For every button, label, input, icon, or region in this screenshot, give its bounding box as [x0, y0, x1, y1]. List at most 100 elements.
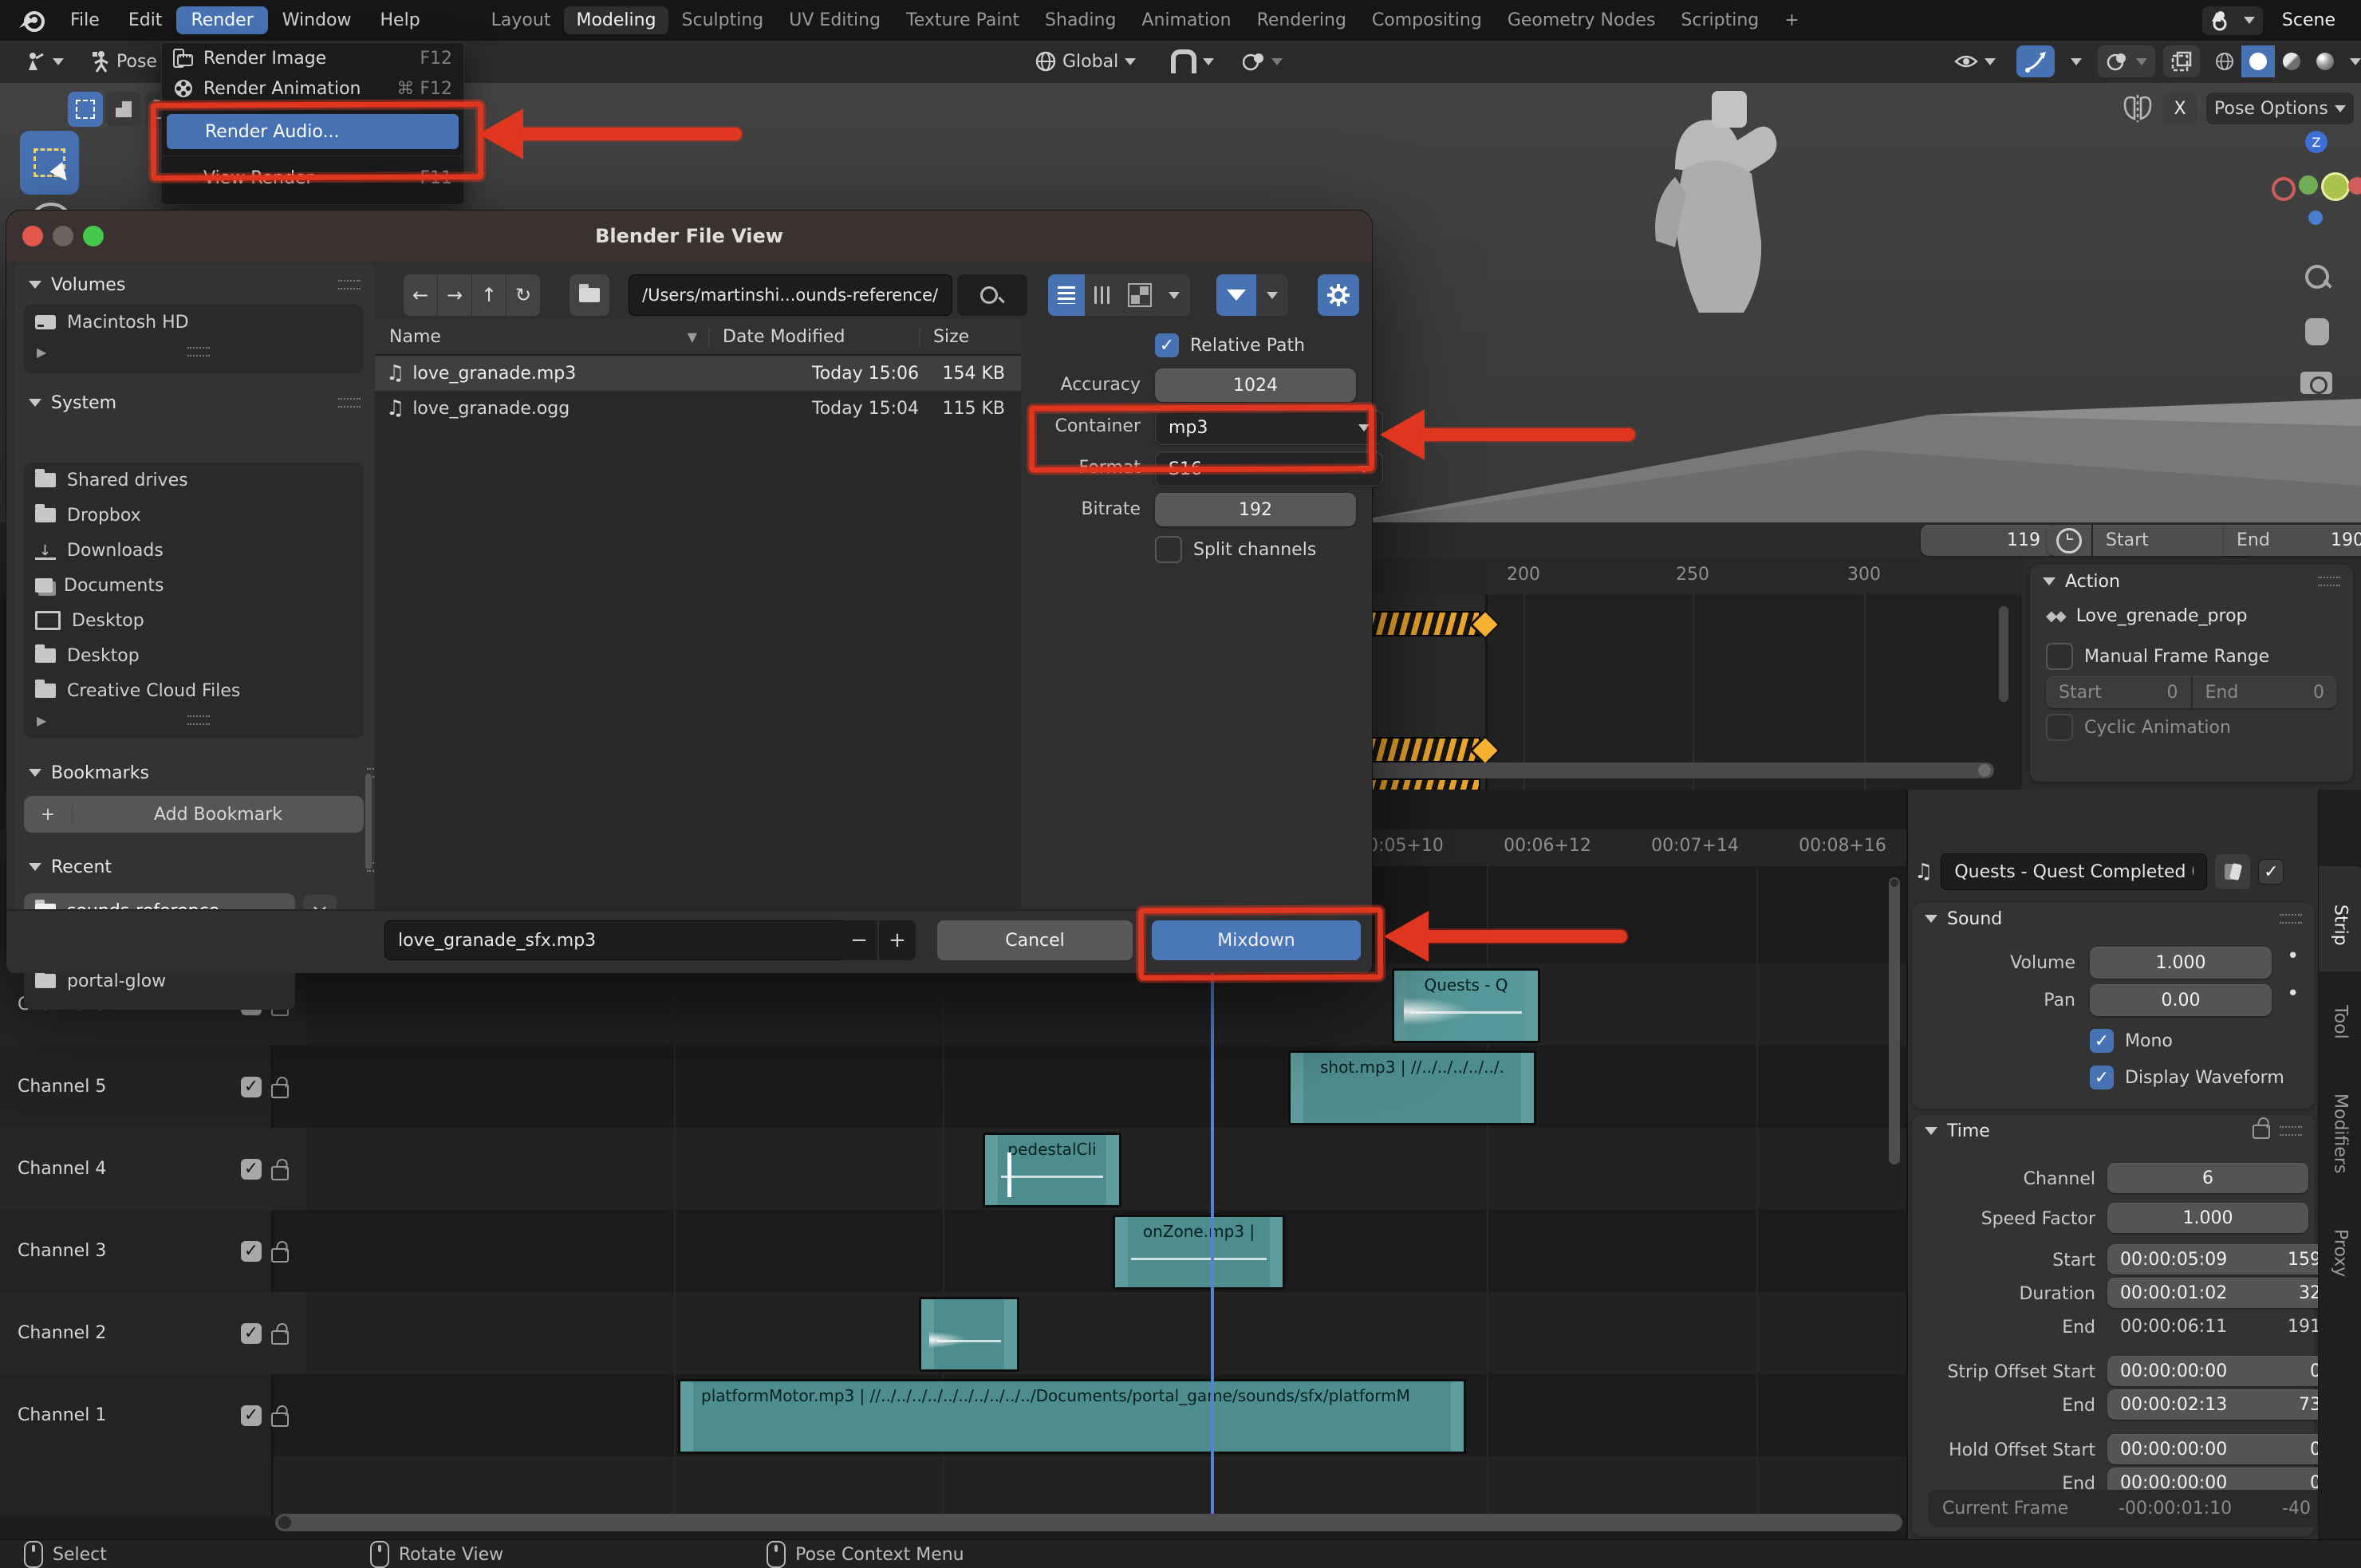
animate-dot-icon[interactable]: •	[2287, 952, 2299, 960]
active-tool-select-box[interactable]	[20, 131, 79, 195]
workspace-tab-rendering[interactable]: Rendering	[1245, 6, 1358, 34]
strip-enable-checkbox[interactable]: ✓	[2258, 859, 2284, 884]
strip-quests[interactable]: Quests - Q	[1392, 968, 1540, 1043]
dope-sheet-hscrollbar[interactable]	[1348, 762, 1994, 778]
sidebar-item-creative-cloud[interactable]: Creative Cloud Files	[24, 673, 364, 708]
channel-field[interactable]: 6	[2107, 1163, 2308, 1193]
overlays-toggle[interactable]	[2098, 45, 2155, 77]
expand-icon[interactable]: ▶	[37, 345, 46, 360]
gizmo-z-axis[interactable]: Z	[2305, 131, 2327, 153]
action-start-field[interactable]: Start 0	[2046, 676, 2191, 708]
snap-toggle[interactable]	[1163, 45, 1222, 77]
channel-mute-checkbox[interactable]: ✓	[241, 1405, 262, 1426]
channel-mute-checkbox[interactable]: ✓	[241, 1159, 262, 1180]
expand-icon[interactable]: ▶	[37, 713, 46, 728]
column-date-modified[interactable]: Date Modified	[708, 327, 919, 347]
add-workspace-button[interactable]: +	[1772, 6, 1811, 34]
close-window-button[interactable]	[22, 226, 43, 246]
menu-help[interactable]: Help	[366, 6, 435, 34]
sort-desc-icon[interactable]: ▼	[688, 329, 697, 345]
channel-row[interactable]: Channel 1 ✓	[0, 1374, 306, 1456]
sound-panel-header[interactable]: Sound	[1912, 903, 2315, 935]
tab-strip[interactable]: Strip	[2319, 866, 2361, 984]
filter-button[interactable]	[1216, 274, 1256, 316]
cyclic-animation-checkbox[interactable]	[2046, 714, 2073, 741]
action-panel-header[interactable]: Action	[2030, 565, 2353, 598]
animate-dot-icon[interactable]: •	[2287, 990, 2299, 998]
start-field[interactable]: 00:00:05:09 159	[2107, 1244, 2334, 1274]
decrement-button[interactable]: −	[841, 920, 877, 960]
strip-shot[interactable]: shot.mp3 | //../../../../../.	[1288, 1050, 1536, 1125]
bitrate-field[interactable]: 192	[1155, 493, 1356, 526]
navigation-gizmo[interactable]: Z	[2257, 131, 2361, 234]
unlock-icon[interactable]	[2253, 1125, 2270, 1139]
thumbnail-view-button[interactable]	[1121, 274, 1158, 316]
split-channels-checkbox[interactable]	[1155, 536, 1182, 563]
mirror-x-toggle[interactable]: X	[2163, 93, 2197, 124]
use-preview-range-button[interactable]	[2047, 525, 2091, 556]
strip-platform-motor[interactable]: platformMotor.mp3 | //../../../../../../…	[678, 1379, 1466, 1454]
channel-row[interactable]: Channel 3 ✓	[0, 1210, 306, 1292]
pan-field[interactable]: 0.00	[2090, 984, 2272, 1016]
gizmo-x-neg[interactable]	[2272, 177, 2296, 201]
display-waveform-row[interactable]: ✓ Display Waveform	[2090, 1066, 2284, 1089]
sidebar-item-documents[interactable]: Documents	[24, 568, 364, 603]
proportional-editing-toggle[interactable]	[1235, 45, 1291, 77]
tracks-vscrollbar[interactable]	[1889, 877, 1900, 1164]
settings-button[interactable]	[1318, 274, 1359, 316]
filter-dropdown[interactable]	[1256, 274, 1288, 316]
scrollbar-knob[interactable]	[1978, 764, 1991, 777]
path-field[interactable]	[629, 274, 952, 316]
strip-offset-end-field[interactable]: 00:00:02:13 73	[2107, 1389, 2334, 1420]
workspace-tab-modeling[interactable]: Modeling	[564, 6, 668, 34]
mono-row[interactable]: ✓ Mono	[2090, 1029, 2173, 1053]
forward-button[interactable]: →	[438, 274, 471, 316]
mono-checkbox[interactable]: ✓	[2090, 1029, 2114, 1053]
column-size[interactable]: Size	[919, 327, 1021, 347]
manual-frame-range-checkbox[interactable]	[2046, 643, 2073, 670]
channel-lock-icon[interactable]	[271, 1084, 289, 1098]
menu-item-render-image[interactable]: Render Image F12	[162, 43, 463, 73]
select-mode-box-button[interactable]	[68, 92, 103, 127]
render-region-button[interactable]	[2163, 45, 2200, 77]
gizmo-x-axis[interactable]	[2348, 177, 2361, 195]
workspace-tab-animation[interactable]: Animation	[1129, 6, 1243, 34]
gizmos-dropdown[interactable]	[2063, 45, 2090, 77]
shading-solid-button[interactable]	[2241, 45, 2275, 77]
split-channels-row[interactable]: Split channels	[1155, 536, 1316, 563]
channel-mute-checkbox[interactable]: ✓	[241, 1323, 262, 1344]
shading-dropdown[interactable]	[2342, 58, 2361, 65]
vertical-list-view-button[interactable]	[1048, 274, 1085, 316]
tab-tool[interactable]: Tool	[2319, 971, 2361, 1072]
channel-mute-checkbox[interactable]: ✓	[241, 1077, 262, 1097]
back-button[interactable]: ←	[404, 274, 437, 316]
strip-small[interactable]	[919, 1297, 1019, 1372]
file-list[interactable]: Name ▼ Date Modified Size ♫ love_granade…	[375, 319, 1021, 909]
sequencer-hscrollbar[interactable]	[275, 1514, 1902, 1531]
up-button[interactable]: ↑	[472, 274, 506, 316]
strip-pedestal[interactable]: pedestalCli	[983, 1133, 1121, 1208]
column-name[interactable]: Name	[389, 327, 441, 347]
workspace-tab-shading[interactable]: Shading	[1033, 6, 1128, 34]
recent-section-header[interactable]: Recent	[14, 850, 404, 884]
menu-render[interactable]: Render	[176, 6, 267, 34]
strip-onzone[interactable]: onZone.mp3 |	[1113, 1215, 1285, 1290]
sidebar-item-shared-drives[interactable]: Shared drives	[24, 463, 364, 498]
channel-row[interactable]: Channel 5 ✓	[0, 1046, 306, 1128]
editor-type-button[interactable]	[18, 45, 72, 77]
channel-mute-checkbox[interactable]: ✓	[241, 1241, 262, 1262]
create-directory-button[interactable]	[570, 274, 609, 316]
action-name-row[interactable]: ◆◆ Love_grenade_prop	[2030, 598, 2353, 633]
gizmo-y-axis[interactable]	[2299, 175, 2318, 195]
menu-window[interactable]: Window	[268, 6, 366, 34]
sidebar-item-desktop[interactable]: Desktop	[24, 603, 364, 638]
cyclic-animation-row[interactable]: Cyclic Animation	[2030, 710, 2353, 745]
strip-color-button[interactable]	[2215, 854, 2250, 889]
display-waveform-checkbox[interactable]: ✓	[2090, 1066, 2114, 1089]
volumes-section-header[interactable]: Volumes	[14, 268, 375, 301]
visibility-dropdown[interactable]	[1946, 45, 2004, 77]
workspace-tab-geometry-nodes[interactable]: Geometry Nodes	[1496, 6, 1668, 34]
bookmarks-section-header[interactable]: Bookmarks	[14, 756, 404, 790]
select-mode-extend-button[interactable]	[106, 92, 141, 127]
gizmo-z-neg[interactable]	[2308, 211, 2323, 225]
